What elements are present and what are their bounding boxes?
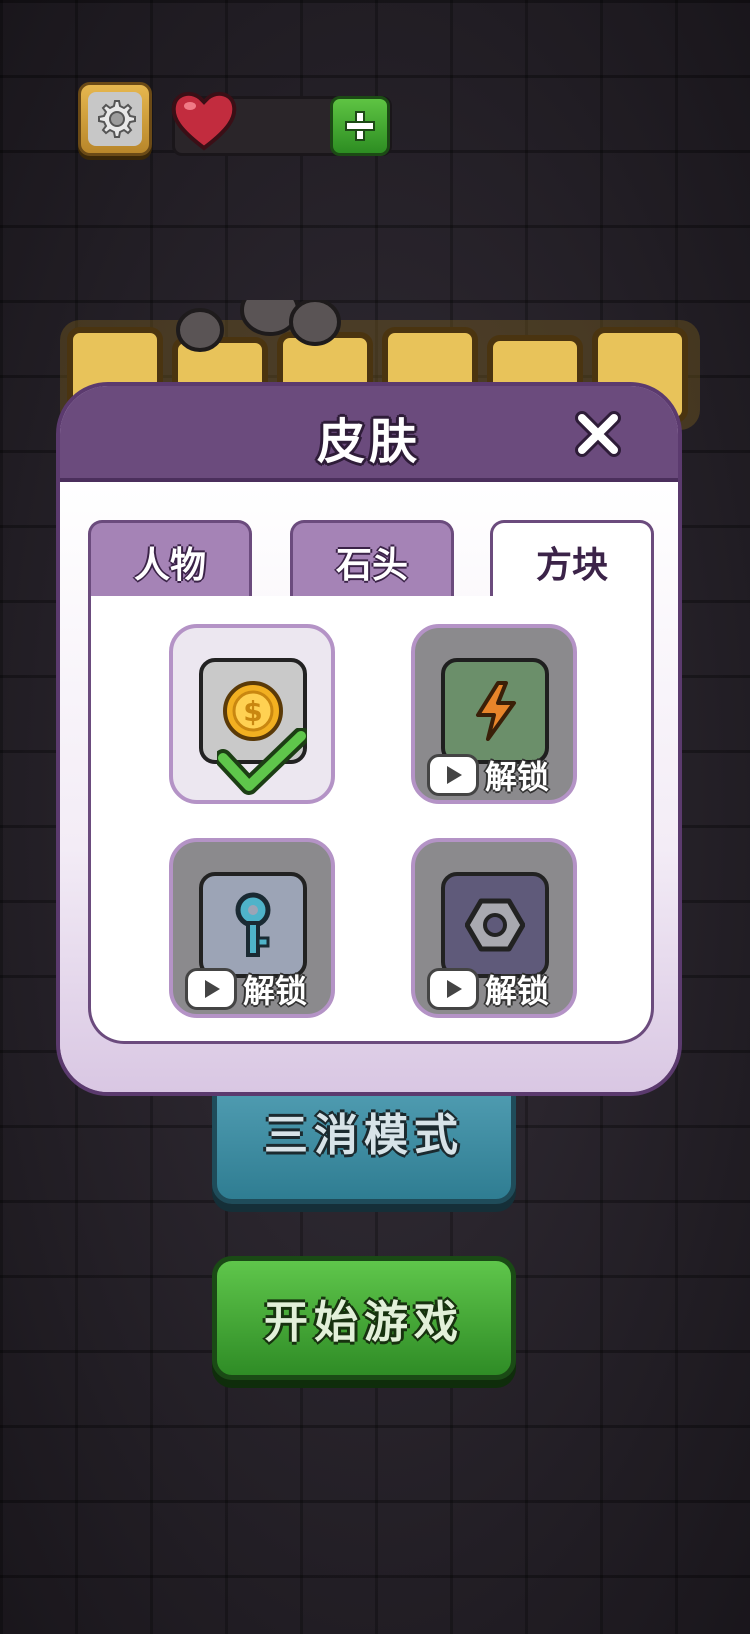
skin-card-key[interactable]: 解锁: [169, 838, 335, 1018]
settings-button[interactable]: [78, 82, 152, 156]
heart-icon: [170, 88, 238, 152]
tab-stones[interactable]: 石头: [290, 520, 454, 600]
nut-block: [441, 872, 549, 978]
lightning-block: [441, 658, 549, 764]
svg-text:$: $: [243, 695, 262, 728]
nut-icon: [465, 898, 525, 952]
plus-icon: [345, 111, 375, 141]
start-game-button[interactable]: 开始游戏: [212, 1256, 516, 1380]
unlock-label: 解锁: [485, 972, 550, 1010]
video-ad-icon: [427, 754, 479, 796]
close-button[interactable]: [572, 408, 624, 460]
skin-grid-panel: $ 解锁 解锁 解锁: [88, 596, 654, 1044]
video-ad-icon: [427, 968, 479, 1010]
skin-card-nut[interactable]: 解锁: [411, 838, 577, 1018]
gear-icon: [88, 92, 142, 146]
unlock-label: 解锁: [243, 972, 308, 1010]
close-icon: [575, 411, 621, 457]
start-game-label: 开始游戏: [264, 1297, 464, 1348]
checkmark-icon: [217, 728, 307, 795]
tab-characters[interactable]: 人物: [88, 520, 252, 600]
skin-card-lightning[interactable]: 解锁: [411, 624, 577, 804]
unlock-label: 解锁: [485, 758, 550, 796]
add-lives-button[interactable]: [330, 96, 390, 156]
unlock-chip[interactable]: 解锁: [427, 966, 549, 1012]
modal-body: 人物 石头 方块 $ 解锁 解锁 解锁: [60, 482, 678, 1092]
key-block: [199, 872, 307, 978]
unlock-chip[interactable]: 解锁: [427, 752, 549, 798]
skin-modal: 皮肤 人物 石头 方块 $ 解锁 解锁 解锁: [56, 382, 682, 1096]
match3-mode-label: 三消模式: [264, 1110, 464, 1161]
modal-header: 皮肤: [60, 386, 678, 482]
key-icon: [235, 892, 271, 957]
tab-blocks[interactable]: 方块: [490, 520, 654, 600]
skin-card-coin[interactable]: $: [169, 624, 335, 804]
lightning-icon: [476, 681, 516, 741]
unlock-chip[interactable]: 解锁: [185, 966, 307, 1012]
video-ad-icon: [185, 968, 237, 1010]
